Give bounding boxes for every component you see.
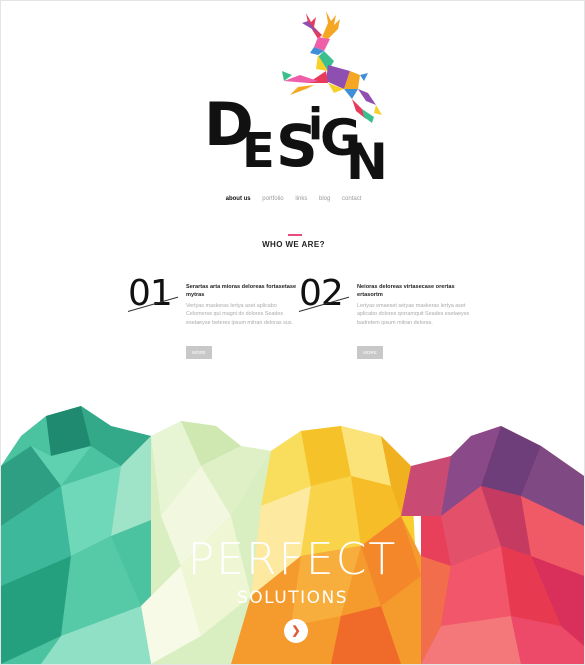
feature-heading: Neioras deloreas virtasecase orertas ert… xyxy=(357,284,455,299)
section-accent-line xyxy=(288,234,302,236)
feature-number: 02 xyxy=(299,273,344,314)
more-button[interactable]: MORE xyxy=(357,346,383,359)
hero-title: PERFECT xyxy=(187,534,398,585)
logo-letter-n: N xyxy=(346,133,388,191)
feature-01: 01 Serartas arta mioras deloreas fortase… xyxy=(127,273,303,366)
feature-02: 02 Neioras deloreas virtasecase orertas … xyxy=(298,273,474,366)
section-title: WHO WE ARE? xyxy=(262,240,325,249)
feature-heading: Serartas arta mioras deloreas fortasetas… xyxy=(186,284,297,299)
more-button[interactable]: MORE xyxy=(186,346,212,359)
feature-body: Lertyas emaeset setyae maskeras lertya a… xyxy=(357,303,470,326)
logo-letter-e: E xyxy=(242,123,275,179)
nav-item-contact[interactable]: contact xyxy=(342,196,361,202)
nav-item-blog[interactable]: blog xyxy=(319,196,330,202)
feature-number: 01 xyxy=(128,273,173,314)
nav-item-portfolio[interactable]: portfolio xyxy=(262,196,283,202)
main-nav: about us portfolio links blog contact xyxy=(1,196,585,202)
nav-item-about-us[interactable]: about us xyxy=(226,196,251,202)
hero-next-button[interactable]: ❯ xyxy=(284,619,308,643)
hero-subtitle: SOLUTIONS xyxy=(236,588,349,608)
hero-banner: PERFECT SOLUTIONS ❯ xyxy=(1,406,584,664)
site-logo[interactable]: D E S i G N xyxy=(196,9,396,189)
nav-item-links[interactable]: links xyxy=(295,196,307,202)
feature-body: Vertyas maskeras lertya aset aplicabo Ce… xyxy=(186,303,293,326)
chevron-right-icon: ❯ xyxy=(291,625,301,637)
